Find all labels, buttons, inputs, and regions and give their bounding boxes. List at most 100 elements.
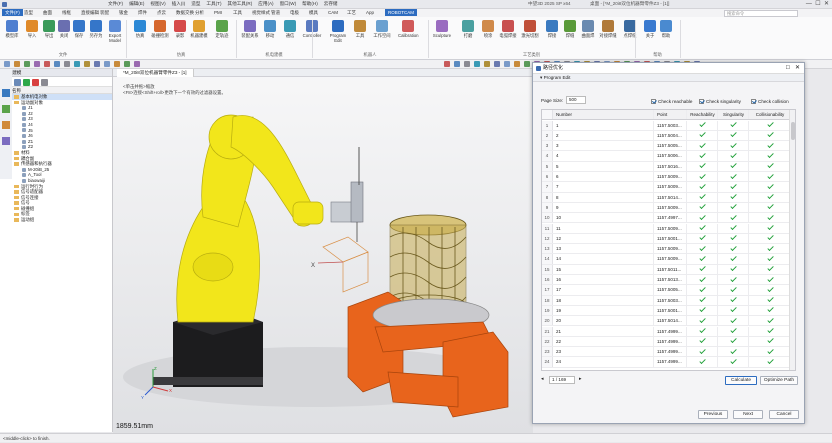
table-row[interactable]: 14 14 1157.5009... [542, 254, 790, 265]
cancel-icon[interactable] [32, 79, 39, 86]
table-row[interactable]: 24 24 1157.4999... [542, 357, 790, 368]
menu-item[interactable]: 视图(V) [150, 1, 165, 6]
cell-point[interactable]: 1157.5006... [655, 151, 687, 161]
table-row[interactable]: 18 18 1157.5003... [542, 295, 790, 306]
ribbon-tool[interactable]: Calibration [398, 20, 419, 38]
table-row[interactable]: 3 3 1157.5005... [542, 141, 790, 152]
table-row[interactable]: 15 15 1157.5011... [542, 264, 790, 275]
ribbon-tool[interactable]: 对接焊缝 [598, 20, 618, 38]
ribbon-tool[interactable]: Export Model [105, 20, 125, 43]
tree-item[interactable]: 运动组 [12, 217, 112, 223]
header-number[interactable]: Number [554, 110, 654, 120]
optimize-path-button[interactable]: Optimize Path [760, 376, 798, 385]
cell-point[interactable]: 1157.5009... [655, 244, 687, 254]
menu-item[interactable]: 造型 [191, 1, 200, 6]
ribbon-tab[interactable]: 工艺 [347, 10, 356, 16]
cell-number[interactable]: 14 [554, 254, 654, 264]
toolbar-icon[interactable] [454, 61, 460, 67]
toolbar-icon[interactable] [484, 61, 490, 67]
3d-viewport[interactable]: *M_20i8双位机器臂零件Z3 - [1] <单击并拖>缩放 <F8>连接<S… [113, 69, 533, 433]
ribbon-tool[interactable]: 工具 [350, 20, 370, 38]
cell-number[interactable]: 10 [554, 213, 654, 223]
table-row[interactable]: 22 22 1157.4999... [542, 336, 790, 348]
cell-point[interactable]: 1157.5013... [655, 275, 687, 285]
ribbon-tool[interactable]: 模型库 [2, 20, 22, 38]
ribbon-tab[interactable]: CAM [328, 10, 338, 15]
toolbar-icon[interactable] [104, 61, 110, 67]
toolbar-icon[interactable] [464, 61, 470, 67]
close-icon[interactable]: ✕ [795, 63, 800, 74]
cell-point[interactable]: 1157.5001... [655, 305, 687, 316]
command-search-input[interactable]: 搜索命令 [724, 10, 798, 17]
calculate-button[interactable]: Calculate [725, 376, 757, 385]
cell-number[interactable]: 20 [554, 316, 654, 326]
page-size-input[interactable]: 500 [566, 96, 586, 104]
ribbon-tab[interactable]: 直接编辑 [81, 10, 99, 16]
cell-point[interactable]: 1157.4999... [655, 336, 687, 347]
table-row[interactable]: 21 21 1157.4999... [542, 326, 790, 337]
ribbon-tab[interactable]: ROBOTCAM [385, 9, 418, 16]
cell-number[interactable]: 5 [554, 161, 654, 171]
confirm-icon[interactable] [23, 79, 30, 86]
menu-item[interactable]: 工具(T) [206, 1, 221, 6]
cell-number[interactable]: 7 [554, 182, 654, 192]
table-row[interactable]: 6 6 1157.5009... [542, 172, 790, 183]
check-singularity-checkbox[interactable]: Check singularity [699, 97, 741, 106]
cancel-button[interactable]: Cancel [769, 410, 799, 419]
ribbon-tool[interactable]: 录影 [170, 20, 190, 38]
ribbon-tab[interactable]: 工具 [233, 10, 242, 16]
cell-number[interactable]: 23 [554, 347, 654, 357]
scroll-thumb[interactable] [791, 122, 795, 140]
ribbon-tool[interactable]: 曲面焊 [578, 20, 598, 38]
cell-number[interactable]: 15 [554, 264, 654, 274]
toolbar-icon[interactable] [444, 61, 450, 67]
cell-point[interactable]: 1157.5009... [655, 182, 687, 192]
history-icon[interactable] [2, 105, 10, 113]
menu-item[interactable]: 窗口(W) [280, 1, 297, 6]
cell-point[interactable]: 1157.5003... [655, 120, 687, 130]
menu-item[interactable]: 其他工具(R) [227, 1, 252, 6]
cell-number[interactable]: 6 [554, 172, 654, 182]
cell-point[interactable]: 1157.5001... [655, 233, 687, 244]
ribbon-tool[interactable]: 焊接 [542, 20, 562, 38]
table-row[interactable]: 8 8 1157.5014... [542, 192, 790, 203]
maximize-icon[interactable]: ☐ [786, 63, 790, 74]
cell-number[interactable]: 4 [554, 151, 654, 161]
cell-number[interactable]: 18 [554, 295, 654, 305]
ribbon-tab[interactable]: 数据交换 [176, 10, 194, 16]
ribbon-tool[interactable]: 工作空间 [372, 20, 392, 38]
ribbon-tab[interactable]: App [366, 10, 374, 15]
more-icon[interactable] [41, 79, 48, 86]
previous-button[interactable]: Previous [698, 410, 728, 419]
toolbar-icon[interactable] [524, 61, 530, 67]
ribbon-tab[interactable]: 造型 [24, 10, 33, 16]
cell-point[interactable]: 1157.5009... [655, 254, 687, 264]
cell-number[interactable]: 8 [554, 192, 654, 202]
toolbar-icon[interactable] [124, 61, 130, 67]
toolbar-icon[interactable] [134, 61, 140, 67]
ribbon-tool[interactable]: Sculpture [432, 20, 452, 38]
cell-point[interactable]: 1157.5004... [655, 130, 687, 141]
ribbon-tab[interactable]: 文件(F) [2, 9, 23, 16]
table-row[interactable]: 10 10 1157.4997... [542, 213, 790, 224]
cell-number[interactable]: 1 [554, 120, 654, 130]
assembly-icon[interactable] [2, 89, 10, 97]
cell-point[interactable]: 1157.4997... [655, 213, 687, 223]
ribbon-tool[interactable]: 通信 [280, 20, 300, 38]
first-page-icon[interactable]: ◂ [541, 376, 544, 382]
toolbar-icon[interactable] [14, 61, 20, 67]
ribbon-tool[interactable]: 机器建模 [189, 20, 209, 38]
header-collisionability[interactable]: Collisionability [750, 110, 790, 119]
check-reachable-checkbox[interactable]: Check reachable [651, 97, 692, 106]
section-header[interactable]: ▾ Program Edit [533, 74, 804, 82]
ribbon-tab[interactable]: 点云 [157, 10, 166, 16]
toolbar-icon[interactable] [4, 61, 10, 67]
table-row[interactable]: 20 20 1157.5014... [542, 316, 790, 327]
cell-point[interactable]: 1157.4999... [655, 347, 687, 357]
table-row[interactable]: 19 19 1157.5001... [542, 305, 790, 317]
table-row[interactable]: 2 2 1157.5004... [542, 130, 790, 142]
toolbar-icon[interactable] [114, 61, 120, 67]
cell-point[interactable]: 1157.5014... [655, 192, 687, 202]
menu-item[interactable]: 插入(I) [172, 1, 186, 6]
menu-item[interactable]: 云存储 [324, 1, 338, 6]
